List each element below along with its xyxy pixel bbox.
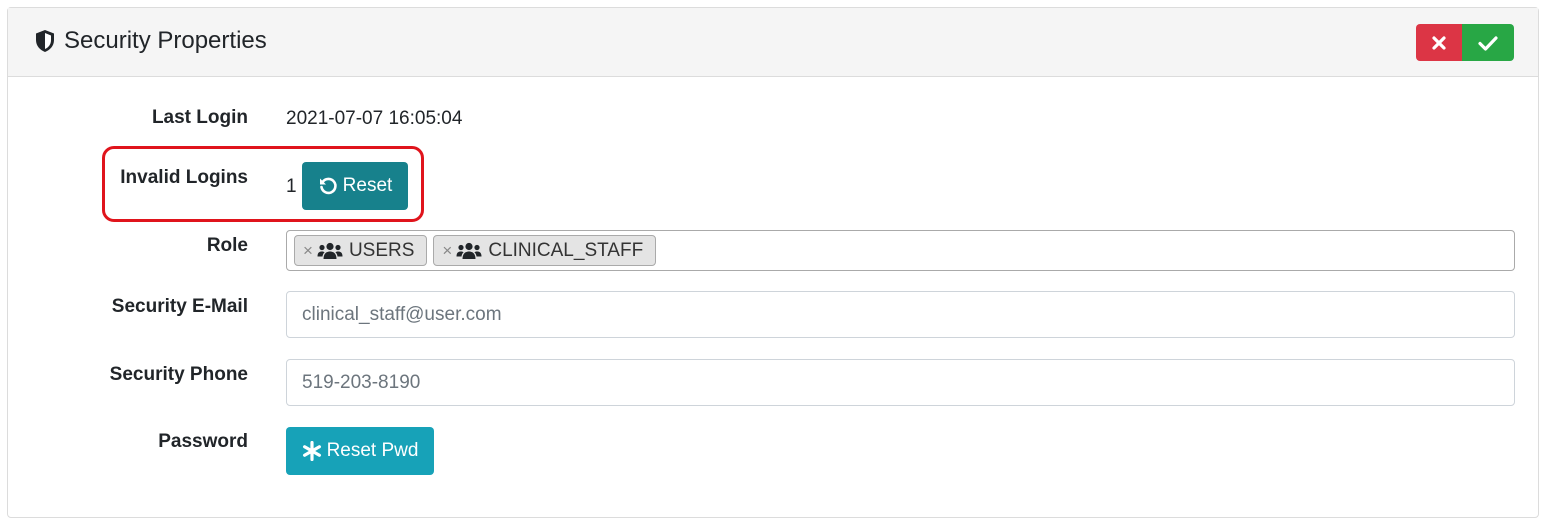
users-icon xyxy=(317,242,343,259)
last-login-value: 2021-07-07 16:05:04 xyxy=(286,108,463,129)
security-properties-card: Security Properties Last Login 2021-07-0… xyxy=(7,7,1539,518)
chip-remove-icon[interactable]: × xyxy=(303,241,313,261)
header-button-group xyxy=(1416,24,1514,61)
cancel-button[interactable] xyxy=(1416,24,1462,61)
invalid-logins-label: Invalid Logins xyxy=(120,167,248,188)
asterisk-icon xyxy=(302,441,321,461)
undo-icon xyxy=(319,177,337,195)
shield-icon xyxy=(36,30,54,52)
security-email-label: Security E-Mail xyxy=(111,296,248,317)
password-label: Password xyxy=(158,431,248,452)
role-chip-label: USERS xyxy=(348,239,415,261)
confirm-button[interactable] xyxy=(1462,24,1514,61)
page-title-wrap: Security Properties xyxy=(34,26,267,56)
users-icon xyxy=(456,242,482,259)
role-chip-label: CLINICAL_STAFF xyxy=(488,239,644,261)
check-icon xyxy=(1478,35,1498,51)
invalid-logins-value: 1 xyxy=(286,176,297,197)
role-select[interactable]: × USERS × CLINICAL_STAFF xyxy=(286,230,1515,271)
chip-remove-icon[interactable]: × xyxy=(442,241,452,261)
close-icon xyxy=(1432,35,1446,50)
role-chip-users: × USERS xyxy=(294,235,428,266)
reset-password-button[interactable]: Reset Pwd xyxy=(286,427,434,475)
page-title: Security Properties xyxy=(64,27,267,54)
last-login-label: Last Login xyxy=(151,107,248,128)
reset-invalid-logins-button[interactable]: Reset xyxy=(302,162,408,210)
role-label: Role xyxy=(206,235,248,256)
reset-button-label: Reset xyxy=(342,175,393,196)
security-email-field[interactable] xyxy=(286,291,1515,338)
security-phone-label: Security Phone xyxy=(109,364,248,385)
role-chip-clinical-staff: × CLINICAL_STAFF xyxy=(433,235,657,266)
reset-pwd-label: Reset Pwd xyxy=(326,440,419,461)
security-phone-field[interactable] xyxy=(286,359,1515,406)
card-header: Security Properties xyxy=(8,8,1538,77)
